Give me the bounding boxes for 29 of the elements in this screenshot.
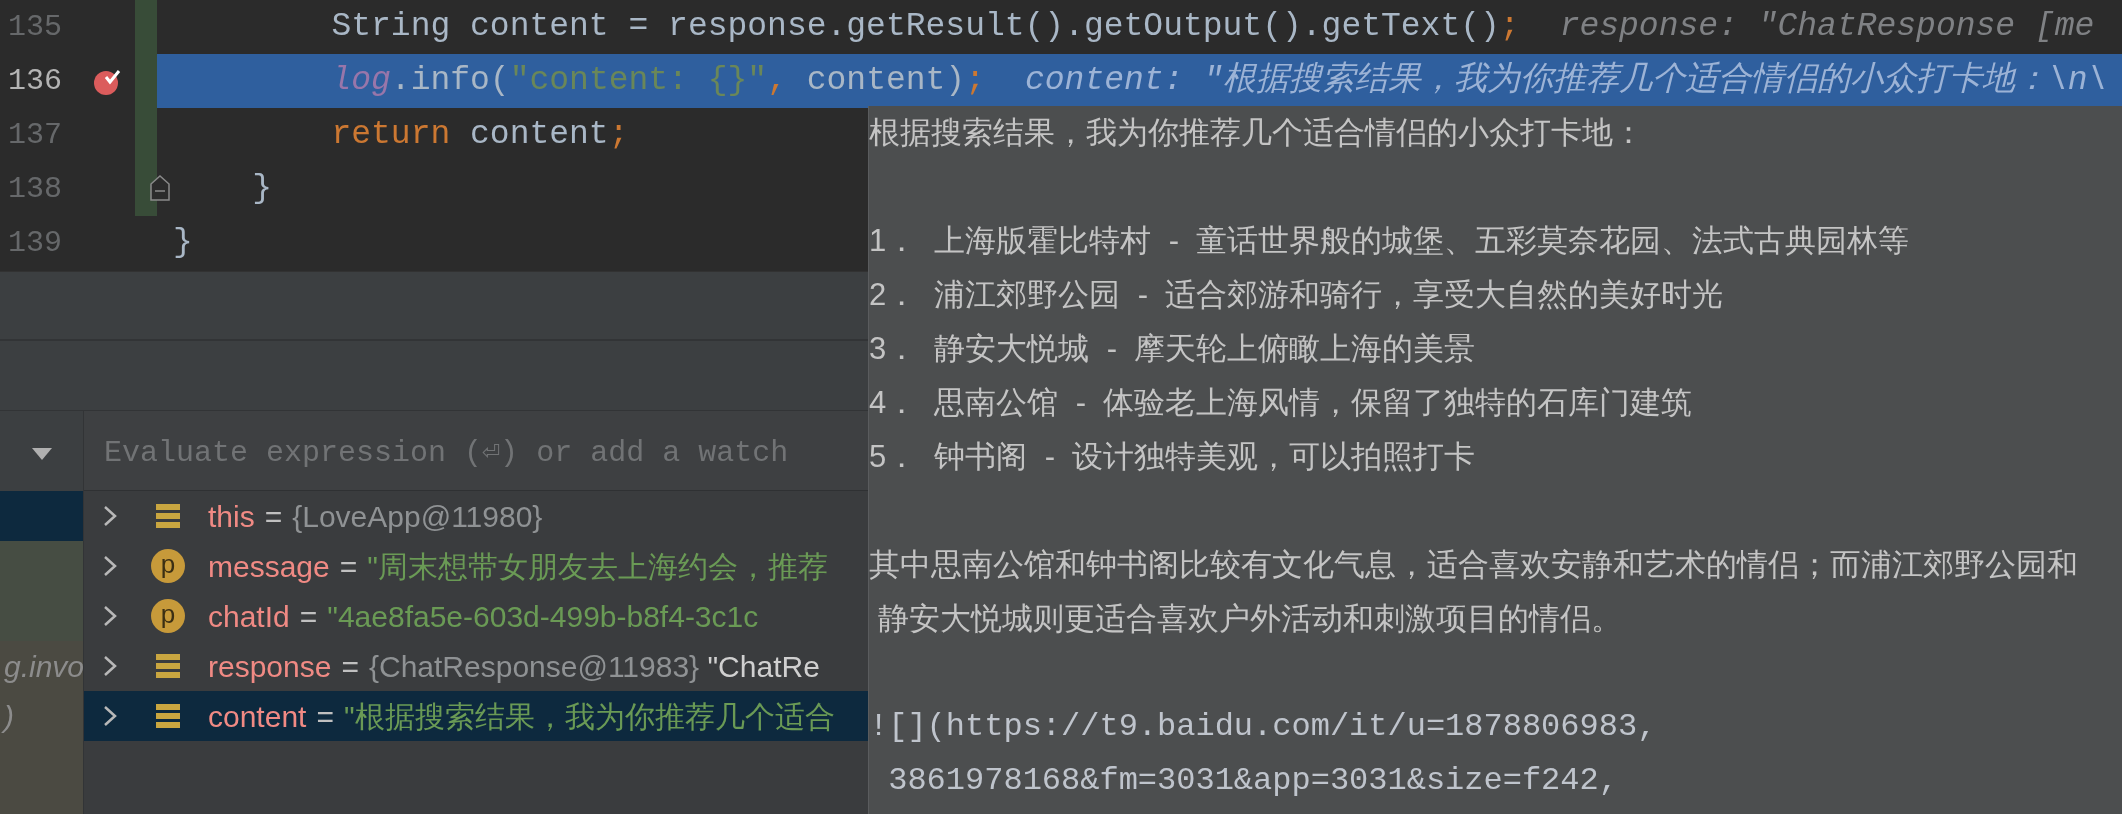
line-number: 137 — [7, 116, 63, 154]
variable-entry: chatId = "4ae8fa5e-603d-499b-b8f4-3c1c — [208, 598, 759, 635]
tooltip-text: 根据搜索结果，我为你推荐几个适合情侣的小众打卡地： — [869, 114, 1645, 152]
line-number: 135 — [7, 8, 63, 46]
code-line: log.info("content: {}", content); — [330, 61, 985, 102]
line-number: 139 — [7, 224, 63, 262]
variable-entry: content = "根据搜索结果，我为你推荐几个适合 — [208, 698, 835, 735]
tooltip-text: 2． 浦江郊野公园 - 适合郊游和骑行，享受大自然的美好时光 — [869, 276, 1725, 314]
tooltip-text: ![](https://t9.baidu.com/it/u=1878806983, — [869, 707, 1658, 747]
variable-entry: response = {ChatResponse@11983} "ChatRe — [208, 648, 820, 685]
tooltip-text: 5． 钟书阁 - 设计独特美观，可以拍照打卡 — [869, 438, 1477, 476]
tooltip-text: 其中思南公馆和钟书阁比较有文化气息，适合喜欢安静和艺术的情侣；而浦江郊野公园和 — [869, 546, 2079, 584]
tooltip-text: 静安大悦城则更适合喜欢户外活动和刺激项目的情侣。 — [876, 600, 1623, 638]
code-line: } — [173, 223, 193, 264]
tooltip-text: 1． 上海版霍比特村 - 童话世界般的城堡、五彩莫奈花园、法式古典园林等 — [869, 222, 1911, 260]
parameter-icon: p — [151, 549, 185, 583]
tooltip-text: 3861978168&fm=3031&app=3031&size=f242, — [887, 761, 1619, 801]
variable-entry: this = {LoveApp@11980} — [208, 498, 543, 535]
inline-value-hint: response: "ChatResponse [me — [1559, 7, 2095, 48]
code-line: } — [251, 169, 273, 210]
variable-entry: message = "周末想带女朋友去上海约会，推荐 — [208, 548, 828, 585]
tooltip-text: 3． 静安大悦城 - 摩天轮上俯瞰上海的美景 — [869, 330, 1477, 368]
tooltip-text: 4． 思南公馆 - 体验老上海风情，保留了独特的石库门建筑 — [869, 384, 1694, 422]
code-line: return content; — [330, 115, 629, 156]
line-number: 136 — [7, 62, 63, 100]
line-number: 138 — [7, 170, 63, 208]
inline-value-hint: content: "根据搜索结果，我为你推荐几个适合情侣的小众打卡地：\n\ — [1025, 60, 2108, 102]
parameter-icon: p — [151, 599, 185, 633]
code-line: String content = response.getResult().getOutput().getText(); — [330, 7, 1520, 48]
